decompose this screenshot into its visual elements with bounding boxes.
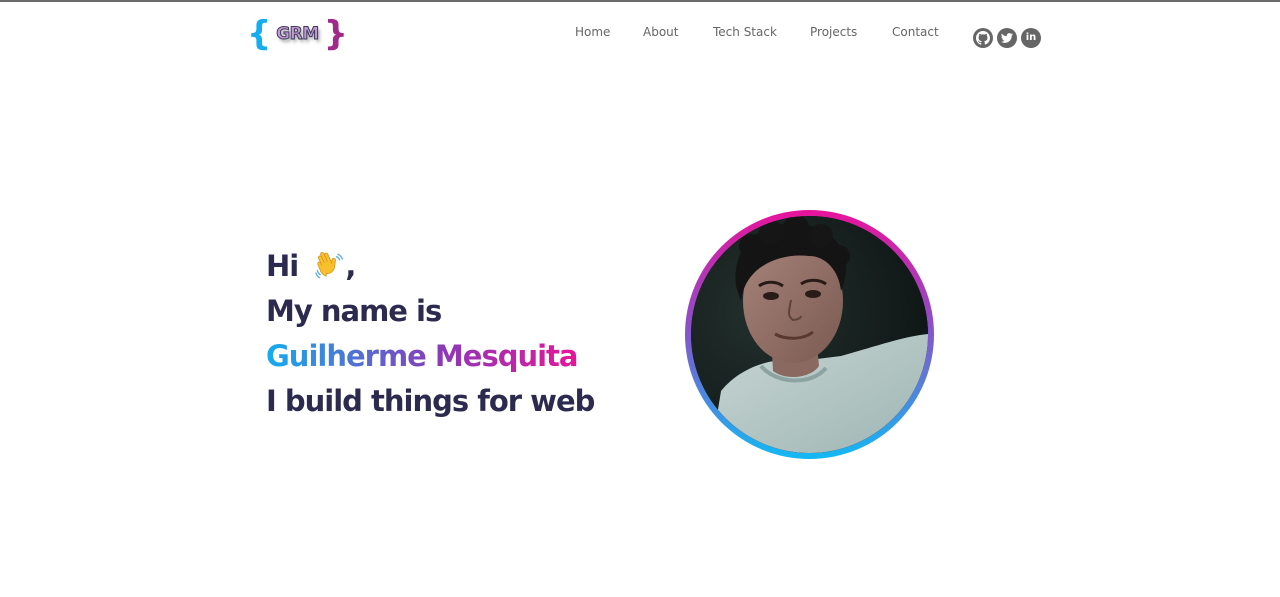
profile-photo-illustration [691,216,928,453]
tagline-line: I build things for web [266,384,595,418]
linkedin-link[interactable]: in [1021,28,1041,48]
nav-home-link[interactable]: Home [575,24,610,40]
nav-projects-link[interactable]: Projects [810,24,857,40]
greeting-text: Hi [266,249,299,283]
nav-contact-link[interactable]: Contact [892,24,939,40]
github-link[interactable] [973,28,993,48]
logo-text: GRM [276,24,320,45]
hero-name: Guilherme Mesquita [266,339,578,373]
name-line: Guilherme Mesquita [266,334,594,379]
waving-hand-icon [315,252,344,279]
logo[interactable]: { GRM } [247,14,348,54]
logo-brace-close: } [323,14,348,54]
profile-photo-frame [685,210,934,459]
hero-text: Hi , My name is Guilherme Mesquita I bui… [266,244,595,424]
twitter-icon [1001,33,1013,43]
social-links: in [973,28,1041,48]
greeting-line: Hi , [266,244,594,289]
logo-brace-open: { [247,14,272,54]
nav-about-link[interactable]: About [643,24,678,40]
github-icon [976,31,990,45]
nav-tech-stack-link[interactable]: Tech Stack [713,24,777,40]
site-header: { GRM } Home About Tech Stack Projects C… [0,0,1280,80]
profile-photo [691,216,928,453]
greeting-comma: , [345,249,356,283]
twitter-link[interactable] [997,28,1017,48]
linkedin-icon: in [1025,32,1037,43]
intro-line: My name is [266,294,442,328]
